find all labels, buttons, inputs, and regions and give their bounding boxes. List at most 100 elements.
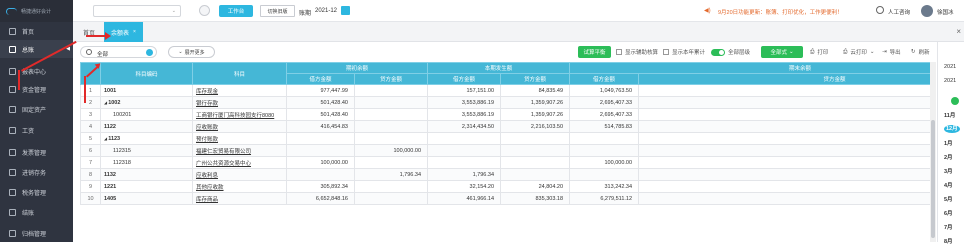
notice-text[interactable]: 9月20日功能更新：账簿、打印优化，工作更便利！ — [718, 8, 843, 16]
filter-input[interactable]: 全部 — [80, 46, 157, 58]
table-row[interactable]: 4 1122 应收账款 416,454.83 2,314,434.50 2,216,103… — [80, 120, 930, 133]
account-name[interactable]: 预付账款 — [192, 132, 287, 145]
account-code: 1001 — [100, 84, 193, 97]
avatar[interactable] — [921, 5, 933, 17]
account-code: ◢ 1123 — [100, 132, 193, 145]
table-row[interactable]: 5 ◢ 1123 预付账款 — [80, 132, 930, 145]
row-index: 7 — [80, 156, 101, 169]
sidebar-item-asset[interactable]: 固定资产 — [0, 100, 73, 118]
user-name[interactable]: 徐国冰 — [937, 8, 954, 16]
table-row[interactable]: 9 1221 其他应收款 305,892.34 32,154.20 24,804.20 31… — [80, 180, 930, 193]
account-name[interactable]: 其他应收款 — [192, 180, 287, 193]
account-book-select[interactable]: ⌄ — [93, 5, 181, 17]
current-credit: 2,216,103.50 — [500, 120, 571, 133]
current-credit: 835,303.18 — [500, 192, 571, 205]
header-opening-credit: 贷方金额 — [353, 73, 429, 85]
scrollbar-thumb[interactable] — [931, 120, 935, 238]
table-row[interactable]: 10 1405 库存商品 6,652,848.16 461,966.14 835,303.… — [80, 192, 930, 205]
account-name[interactable]: 应收利息 — [192, 168, 287, 181]
closing-credit — [638, 168, 930, 181]
all-level-toggle[interactable]: 全部层级 — [711, 46, 750, 58]
tab-close-icon[interactable]: × — [133, 29, 136, 35]
table-row[interactable]: 2 ◢ 1002 银行存款 501,428.40 3,553,886.19 1,359,9… — [80, 96, 930, 109]
book-switch-icon[interactable] — [199, 5, 210, 16]
export-button[interactable]: ⇥ 导出 — [882, 46, 901, 58]
switch-old-version-button[interactable]: 切换旧版 — [260, 5, 295, 17]
account-name[interactable]: 库存现金 — [192, 84, 287, 97]
table-row[interactable]: 8 1132 应收利息 1,796.34 1,796.34 — [80, 168, 930, 181]
tab-home[interactable]: 首页 — [83, 22, 95, 42]
month-dot-icon — [951, 97, 959, 105]
table-scrollbar[interactable] — [930, 62, 936, 242]
opening-credit: 1,796.34 — [353, 168, 429, 181]
period-value[interactable]: 2021-12 — [315, 8, 337, 14]
calendar-icon[interactable] — [341, 6, 350, 15]
opening-credit — [353, 108, 429, 121]
month-item-active[interactable]: 12月 — [938, 124, 964, 133]
closing-debit: 100,000.00 — [569, 156, 640, 169]
closing-credit — [638, 84, 930, 97]
table-row[interactable]: 1 1001 库存现金 977,447.99 157,151.00 84,835.49 1,… — [80, 84, 930, 97]
closing-debit: 1,049,763.50 — [569, 84, 640, 97]
sidebar-item-tax[interactable]: 税务管理 — [0, 183, 73, 201]
header-code[interactable]: 科目编码 — [100, 62, 193, 85]
support-link[interactable]: 人工咨询 — [888, 8, 910, 16]
account-name[interactable]: 广州公共资源交易中心 — [192, 156, 287, 169]
trial-balance-button[interactable]: 试算平衡 — [578, 46, 611, 58]
close-icon[interactable]: × — [956, 27, 961, 36]
month-item[interactable]: 5月 — [938, 195, 964, 203]
opening-debit: 305,892.34 — [286, 180, 355, 193]
closing-debit: 6,279,511.12 — [569, 192, 640, 205]
current-debit: 32,154.20 — [427, 180, 502, 193]
show-year-total-checkbox[interactable]: 显示本年累计 — [663, 46, 705, 58]
account-name[interactable]: 应收账款 — [192, 120, 287, 133]
table-row[interactable]: 7 112318 广州公共资源交易中心 100,000.00 100,000.00 — [80, 156, 930, 169]
sidebar-item-inventory[interactable]: 进销存务 — [0, 163, 73, 181]
month-item[interactable]: 6月 — [938, 209, 964, 217]
closing-debit: 2,695,407.33 — [569, 96, 640, 109]
account-name[interactable]: 福建仁宏贸易有限公司 — [192, 144, 287, 157]
format-select-button[interactable]: 全部式 ⌄ — [761, 46, 803, 58]
sidebar-item-home[interactable]: 首页 — [0, 22, 73, 40]
show-aux-checkbox[interactable]: 显示辅助核算 — [616, 46, 658, 58]
sidebar-item-salary[interactable]: 工资 — [0, 121, 73, 139]
expand-more-button[interactable]: ⌄ 展开更多 — [168, 46, 215, 58]
sidebar-item-report[interactable]: 报表中心 — [0, 62, 73, 80]
month-item[interactable]: 11月 — [938, 111, 964, 119]
account-name[interactable]: 银行存款 — [192, 96, 287, 109]
close-account-icon — [9, 208, 16, 216]
month-item[interactable]: 8月 — [938, 237, 964, 245]
current-debit — [427, 156, 502, 169]
workbench-button[interactable]: 工作台 — [219, 5, 253, 17]
sidebar-item-fund[interactable]: 资金管理 — [0, 80, 73, 98]
account-code: 1132 — [100, 168, 193, 181]
year-item[interactable]: 2021 — [938, 64, 964, 70]
filter-value: 全部 — [97, 51, 109, 58]
current-credit — [500, 168, 571, 181]
account-code: 112318 — [100, 156, 193, 169]
sidebar-item-invoice[interactable]: 发票管理 — [0, 143, 73, 161]
refresh-button[interactable]: ↻ 刷新 — [911, 46, 930, 58]
row-index: 4 — [80, 120, 101, 133]
logo: 畅捷通好会计 — [0, 0, 73, 22]
cloud-print-button[interactable]: ⎙ 云打印 ⌄ — [843, 46, 875, 58]
header-name[interactable]: 科目 — [192, 62, 287, 85]
filter-go-icon[interactable] — [146, 49, 153, 56]
account-name[interactable]: 库存商品 — [192, 192, 287, 205]
month-item[interactable]: 1月 — [938, 139, 964, 147]
print-button[interactable]: ⎙ 打印 — [810, 46, 828, 58]
closing-credit — [638, 180, 930, 193]
month-item[interactable]: 7月 — [938, 223, 964, 231]
sidebar-item-close-account[interactable]: 结账 — [0, 203, 73, 221]
account-name[interactable]: 工商银行厦门高科技园支行8080 — [192, 108, 287, 121]
year-item[interactable]: 2021 — [938, 78, 964, 84]
month-item[interactable]: 3月 — [938, 167, 964, 175]
sidebar-item-archive[interactable]: 归档管理 — [0, 224, 73, 242]
month-item[interactable]: 4月 — [938, 181, 964, 189]
balance-table: 科目编码 科目 期初余额 本期发生额 期末余额 借方金额 贷方金额 借方金额 贷… — [80, 62, 930, 242]
chevron-down-icon: ⌄ — [788, 49, 794, 55]
table-row[interactable]: 6112315福建仁宏贸易有限公司 100,000.00 100,000.00 — [80, 144, 930, 157]
month-item[interactable]: 2月 — [938, 153, 964, 161]
table-row[interactable]: 3 100201 工商银行厦门高科技园支行8080 501,428.40 3,553,8… — [80, 108, 930, 121]
chevron-down-icon: ⌄ — [869, 49, 875, 55]
